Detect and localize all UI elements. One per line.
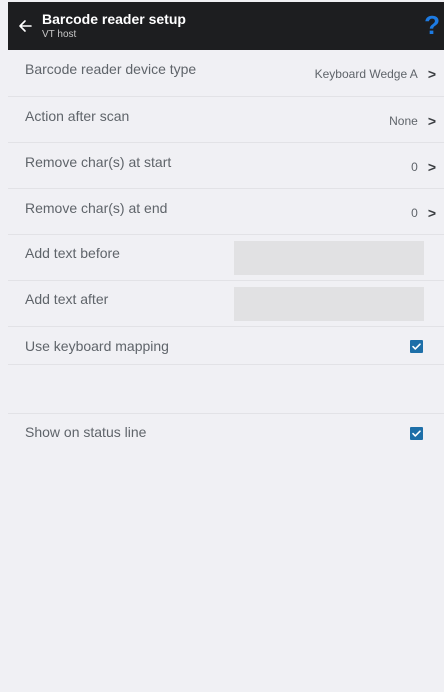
setting-label: Remove char(s) at end <box>25 200 168 216</box>
back-button[interactable] <box>10 2 40 50</box>
checkmark-icon <box>412 430 421 437</box>
setting-add-text-after: Add text after <box>8 281 444 327</box>
setting-label: Show on status line <box>25 424 147 440</box>
keyboard-mapping-checkbox[interactable] <box>410 340 423 353</box>
setting-label: Add text before <box>25 245 120 261</box>
setting-keyboard-mapping[interactable]: Use keyboard mapping <box>8 327 444 365</box>
setting-status-line[interactable]: Show on status line <box>8 414 444 454</box>
add-text-after-field[interactable] <box>234 287 424 321</box>
setting-action-after-scan[interactable]: Action after scan None > <box>8 97 444 143</box>
question-mark-icon[interactable]: ? <box>424 10 440 40</box>
app-bar: Barcode reader setup VT host ? <box>8 2 444 50</box>
setting-label: Add text after <box>25 291 109 307</box>
arrow-left-icon <box>19 20 32 32</box>
setting-value-wrap: None > <box>389 113 436 129</box>
page-subtitle: VT host <box>42 29 77 40</box>
status-line-checkbox[interactable] <box>410 427 423 440</box>
setting-label: Use keyboard mapping <box>25 338 169 354</box>
add-text-before-field[interactable] <box>234 241 424 275</box>
setting-label: Barcode reader device type <box>25 61 197 77</box>
setting-remove-end[interactable]: Remove char(s) at end 0 > <box>8 189 444 235</box>
setting-label: Action after scan <box>25 108 130 124</box>
setting-value: 0 <box>411 206 418 220</box>
setting-device-type[interactable]: Barcode reader device type Keyboard Wedg… <box>8 50 444 97</box>
checkmark-icon <box>412 343 421 350</box>
page-title: Barcode reader setup <box>42 11 186 27</box>
chevron-right-icon: > <box>427 66 436 82</box>
setting-label: Remove char(s) at start <box>25 154 172 170</box>
setting-value: 0 <box>411 160 418 174</box>
setting-value-wrap: Keyboard Wedge A > <box>315 66 436 82</box>
setting-remove-start[interactable]: Remove char(s) at start 0 > <box>8 143 444 189</box>
setting-value: None <box>389 114 418 128</box>
setting-value: Keyboard Wedge A <box>314 67 418 81</box>
setting-add-text-before: Add text before <box>8 235 444 281</box>
chevron-right-icon: > <box>427 159 436 175</box>
chevron-right-icon: > <box>427 113 436 129</box>
chevron-right-icon: > <box>427 205 436 221</box>
setting-value-wrap: 0 > <box>411 159 436 175</box>
settings-list: Barcode reader device type Keyboard Wedg… <box>8 50 444 454</box>
spacer-row <box>8 365 444 414</box>
setting-value-wrap: 0 > <box>411 205 436 221</box>
